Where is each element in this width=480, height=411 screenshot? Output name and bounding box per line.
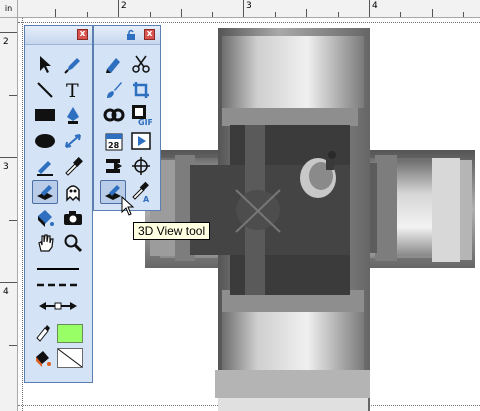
pick-tool-button[interactable] bbox=[32, 52, 58, 76]
pen-line-color-icon bbox=[36, 325, 50, 342]
zoom-tool-button[interactable] bbox=[60, 231, 86, 255]
line-tool-button[interactable] bbox=[32, 78, 58, 102]
svg-text:A: A bbox=[143, 195, 150, 203]
paint-bucket-tool-icon bbox=[38, 210, 54, 227]
play-tool-icon bbox=[131, 132, 151, 150]
gif-film-tool-button[interactable]: GIF bbox=[128, 103, 154, 127]
dimension-tool-icon bbox=[65, 134, 81, 148]
crop-tool-icon bbox=[133, 82, 149, 98]
marker-tool-icon bbox=[106, 58, 120, 73]
ghost-tool-button[interactable] bbox=[60, 180, 86, 204]
rectangle-tool-icon bbox=[35, 109, 55, 121]
line-tool-icon bbox=[37, 82, 53, 98]
no-fill-diagonal-icon bbox=[57, 348, 83, 368]
scissors-tool-icon bbox=[132, 55, 150, 73]
svg-text:T: T bbox=[66, 80, 79, 100]
toolbox-panel-extra[interactable]: x GIF 28 A bbox=[93, 25, 161, 211]
text-tool-icon: T bbox=[66, 80, 79, 100]
toolbox-panel-main[interactable]: x T bbox=[24, 25, 93, 383]
freehand-pen-tool-icon bbox=[64, 58, 80, 74]
svg-text:GIF: GIF bbox=[138, 118, 152, 126]
close-icon[interactable]: x bbox=[144, 29, 155, 40]
eyedropper-tool-icon bbox=[65, 157, 83, 176]
scissors-tool-button[interactable] bbox=[128, 52, 154, 76]
line-style-dashed[interactable] bbox=[37, 283, 79, 287]
calendar-tool-button[interactable]: 28 bbox=[101, 129, 127, 153]
calendar-tool-icon: 28 bbox=[105, 133, 123, 151]
camera-tool-icon bbox=[64, 211, 82, 225]
gif-film-tool-icon: GIF bbox=[132, 105, 152, 126]
close-icon[interactable]: x bbox=[77, 29, 88, 40]
zoom-tool-icon bbox=[64, 234, 83, 253]
crop-tool-button[interactable] bbox=[128, 78, 154, 102]
ellipse-tool-icon bbox=[35, 134, 55, 148]
pen-nib-tool-icon bbox=[67, 107, 79, 124]
toolbox-titlebar[interactable]: x bbox=[25, 26, 92, 45]
hand-pan-tool-icon bbox=[38, 234, 54, 252]
text-tool-button[interactable]: T bbox=[60, 78, 86, 102]
line-color-swatch[interactable] bbox=[57, 324, 83, 343]
line-arrowheads-icon[interactable] bbox=[37, 300, 79, 312]
fill-color-button[interactable] bbox=[30, 346, 56, 370]
paint-brush-tool-icon bbox=[107, 82, 122, 98]
paint-bucket-tool-button[interactable] bbox=[32, 206, 58, 230]
pencil-tool-icon bbox=[37, 161, 53, 176]
toolbox-titlebar[interactable]: x bbox=[94, 26, 160, 45]
3d-view-tool-button[interactable] bbox=[32, 180, 58, 204]
line-style-solid[interactable] bbox=[37, 268, 79, 270]
freehand-pen-tool-button[interactable] bbox=[60, 52, 86, 76]
ghost-tool-icon bbox=[66, 185, 80, 202]
link-tool-icon bbox=[103, 108, 125, 122]
pick-tool-icon bbox=[40, 56, 51, 73]
pencil-tool-button[interactable] bbox=[32, 154, 58, 178]
svg-text:28: 28 bbox=[108, 141, 120, 150]
crosshair-tool-button[interactable] bbox=[128, 154, 154, 178]
dimension-tool-button[interactable] bbox=[60, 129, 86, 153]
play-tool-button[interactable] bbox=[128, 129, 154, 153]
marker-tool-button[interactable] bbox=[101, 52, 127, 76]
hand-pan-tool-button[interactable] bbox=[32, 231, 58, 255]
forward-tool-button[interactable] bbox=[101, 154, 127, 178]
camera-tool-button[interactable] bbox=[60, 206, 86, 230]
rectangle-tool-button[interactable] bbox=[32, 103, 58, 127]
mouse-cursor-icon bbox=[121, 196, 135, 216]
crosshair-tool-icon bbox=[132, 157, 150, 175]
3d-view-tool-icon bbox=[37, 185, 53, 200]
fill-color-swatch-none[interactable] bbox=[57, 348, 83, 368]
fill-bucket-color-icon bbox=[36, 351, 51, 367]
link-tool-button[interactable] bbox=[101, 103, 127, 127]
lock-icon[interactable] bbox=[125, 29, 137, 41]
eyedropper-tool-button[interactable] bbox=[60, 154, 86, 178]
3d-view-tool-icon bbox=[105, 185, 121, 200]
forward-tool-icon bbox=[106, 159, 122, 173]
tool-tooltip: 3D View tool bbox=[133, 222, 211, 240]
paint-brush-tool-button[interactable] bbox=[101, 78, 127, 102]
pen-nib-tool-button[interactable] bbox=[60, 103, 86, 127]
ellipse-tool-button[interactable] bbox=[32, 129, 58, 153]
line-color-button[interactable] bbox=[30, 320, 56, 344]
